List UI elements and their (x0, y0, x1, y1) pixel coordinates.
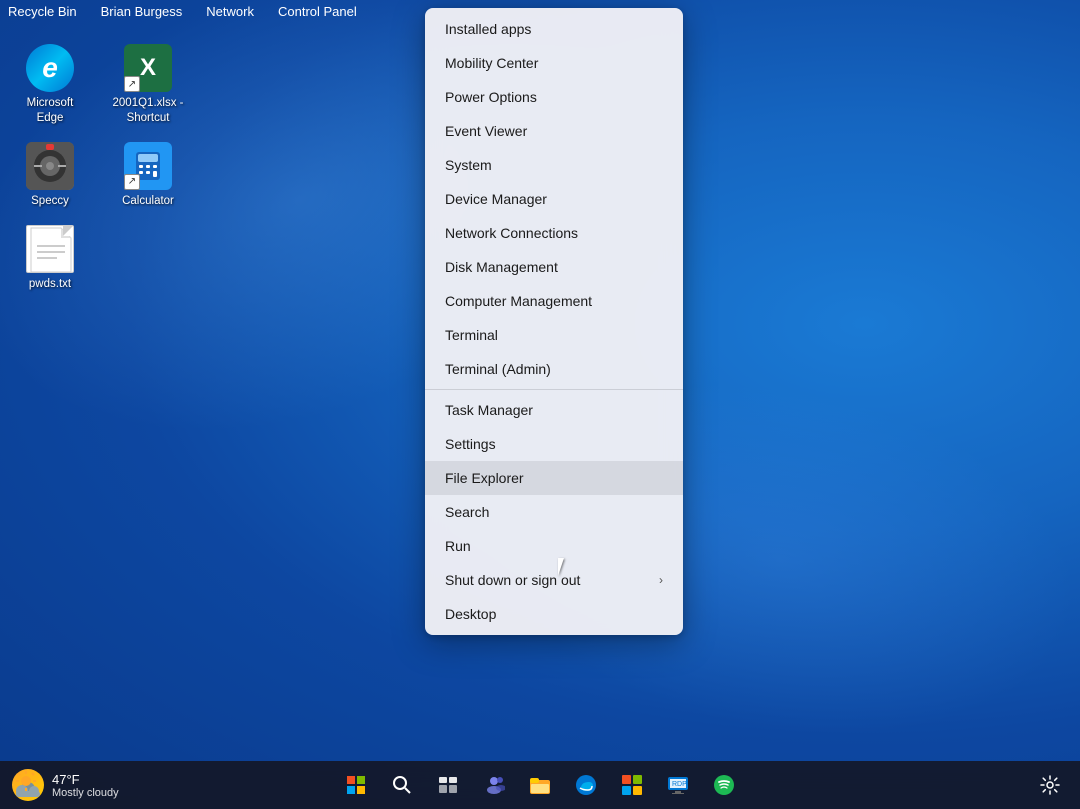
label-control-panel[interactable]: Control Panel (278, 4, 357, 19)
menu-item-shut-down[interactable]: Shut down or sign out › (425, 563, 683, 597)
remote-desktop-icon: RDP (667, 774, 689, 796)
menu-label-computer-management: Computer Management (445, 293, 592, 309)
menu-label-power-options: Power Options (445, 89, 537, 105)
calculator-label: Calculator (122, 194, 174, 209)
spotify-icon (713, 774, 735, 796)
speccy-icon-img (26, 142, 74, 190)
speccy-icon-graphic (26, 142, 74, 190)
menu-label-installed-apps: Installed apps (445, 21, 531, 37)
menu-label-task-manager: Task Manager (445, 402, 533, 418)
menu-label-mobility-center: Mobility Center (445, 55, 538, 71)
taskbar-right (1032, 767, 1068, 803)
task-view-icon (438, 775, 458, 795)
start-button[interactable] (336, 765, 376, 805)
icon-excel[interactable]: X ↗ 2001Q1.xlsx - Shortcut (108, 40, 188, 130)
icon-edge[interactable]: Microsoft Edge (10, 40, 90, 130)
windows-logo-icon (347, 776, 365, 794)
taskbar-center: RDP (336, 765, 744, 805)
menu-item-terminal[interactable]: Terminal (425, 318, 683, 352)
label-recycle-bin[interactable]: Recycle Bin (8, 4, 77, 19)
label-brian-burgess[interactable]: Brian Burgess (101, 4, 183, 19)
menu-item-desktop[interactable]: Desktop (425, 597, 683, 631)
menu-label-terminal: Terminal (445, 327, 498, 343)
menu-item-power-options[interactable]: Power Options (425, 80, 683, 114)
file-explorer-button[interactable] (520, 765, 560, 805)
menu-label-device-manager: Device Manager (445, 191, 547, 207)
weather-icon (12, 769, 44, 801)
menu-label-event-viewer: Event Viewer (445, 123, 527, 139)
weather-text: 47°F Mostly cloudy (52, 772, 119, 799)
speccy-svg (26, 142, 74, 190)
excel-icon-img: X ↗ (124, 44, 172, 92)
menu-item-terminal-admin[interactable]: Terminal (Admin) (425, 352, 683, 386)
menu-item-mobility-center[interactable]: Mobility Center (425, 46, 683, 80)
svg-text:RDP: RDP (672, 781, 687, 788)
menu-item-task-manager[interactable]: Task Manager (425, 393, 683, 427)
context-menu: Installed apps Mobility Center Power Opt… (425, 8, 683, 635)
edge-icon-graphic (26, 44, 74, 92)
task-view-button[interactable] (428, 765, 468, 805)
pwds-label: pwds.txt (29, 277, 71, 292)
excel-label: 2001Q1.xlsx - Shortcut (112, 96, 184, 126)
tray-settings-button[interactable] (1032, 767, 1068, 803)
spotify-button[interactable] (704, 765, 744, 805)
menu-label-shut-down: Shut down or sign out (445, 572, 580, 588)
menu-label-desktop: Desktop (445, 606, 496, 622)
menu-item-device-manager[interactable]: Device Manager (425, 182, 683, 216)
icon-calculator[interactable]: ↗ Calculator (108, 138, 188, 213)
menu-item-settings[interactable]: Settings (425, 427, 683, 461)
edge-taskbar-button[interactable] (566, 765, 606, 805)
menu-item-disk-management[interactable]: Disk Management (425, 250, 683, 284)
gear-icon (1040, 775, 1060, 795)
teams-icon (483, 774, 505, 796)
shortcut-arrow-excel: ↗ (124, 76, 140, 92)
menu-label-terminal-admin: Terminal (Admin) (445, 361, 551, 377)
store-button[interactable] (612, 765, 652, 805)
search-button[interactable] (382, 765, 422, 805)
menu-label-network-connections: Network Connections (445, 225, 578, 241)
calc-icon-img: ↗ (124, 142, 172, 190)
weather-widget[interactable]: 47°F Mostly cloudy (12, 769, 119, 801)
menu-label-disk-management: Disk Management (445, 259, 558, 275)
icon-speccy[interactable]: Speccy (10, 138, 90, 213)
desktop-top-labels: Recycle Bin Brian Burgess Network Contro… (0, 0, 365, 23)
weather-svg (12, 769, 44, 801)
menu-item-run[interactable]: Run (425, 529, 683, 563)
menu-label-file-explorer: File Explorer (445, 470, 524, 486)
menu-item-file-explorer[interactable]: File Explorer (425, 461, 683, 495)
menu-label-settings: Settings (445, 436, 496, 452)
menu-item-search[interactable]: Search (425, 495, 683, 529)
menu-item-computer-management[interactable]: Computer Management (425, 284, 683, 318)
speccy-label: Speccy (31, 194, 69, 209)
shut-down-chevron: › (659, 573, 663, 587)
edge-taskbar-icon (575, 774, 597, 796)
menu-item-network-connections[interactable]: Network Connections (425, 216, 683, 250)
menu-item-event-viewer[interactable]: Event Viewer (425, 114, 683, 148)
menu-label-system: System (445, 157, 492, 173)
txt-svg (27, 226, 75, 274)
icon-pwds[interactable]: pwds.txt (10, 221, 90, 296)
desktop-icon-grid: Microsoft Edge X ↗ 2001Q1.xlsx - Shortcu… (0, 30, 208, 306)
menu-item-system[interactable]: System (425, 148, 683, 182)
pwds-icon-img (26, 225, 74, 273)
taskbar: 47°F Mostly cloudy (0, 761, 1080, 809)
store-icon (621, 774, 643, 796)
menu-separator-1 (425, 389, 683, 390)
search-icon (392, 775, 412, 795)
weather-description: Mostly cloudy (52, 787, 119, 799)
shortcut-arrow-calc: ↗ (124, 174, 140, 190)
txt-icon-graphic (26, 225, 74, 273)
taskbar-left: 47°F Mostly cloudy (12, 769, 119, 801)
teams-button[interactable] (474, 765, 514, 805)
label-network[interactable]: Network (206, 4, 254, 19)
edge-label: Microsoft Edge (14, 96, 86, 126)
menu-label-run: Run (445, 538, 471, 554)
weather-temperature: 47°F (52, 772, 119, 787)
menu-label-search: Search (445, 504, 489, 520)
file-explorer-icon (529, 774, 551, 796)
edge-icon-img (26, 44, 74, 92)
remote-desktop-button[interactable]: RDP (658, 765, 698, 805)
menu-item-installed-apps[interactable]: Installed apps (425, 12, 683, 46)
